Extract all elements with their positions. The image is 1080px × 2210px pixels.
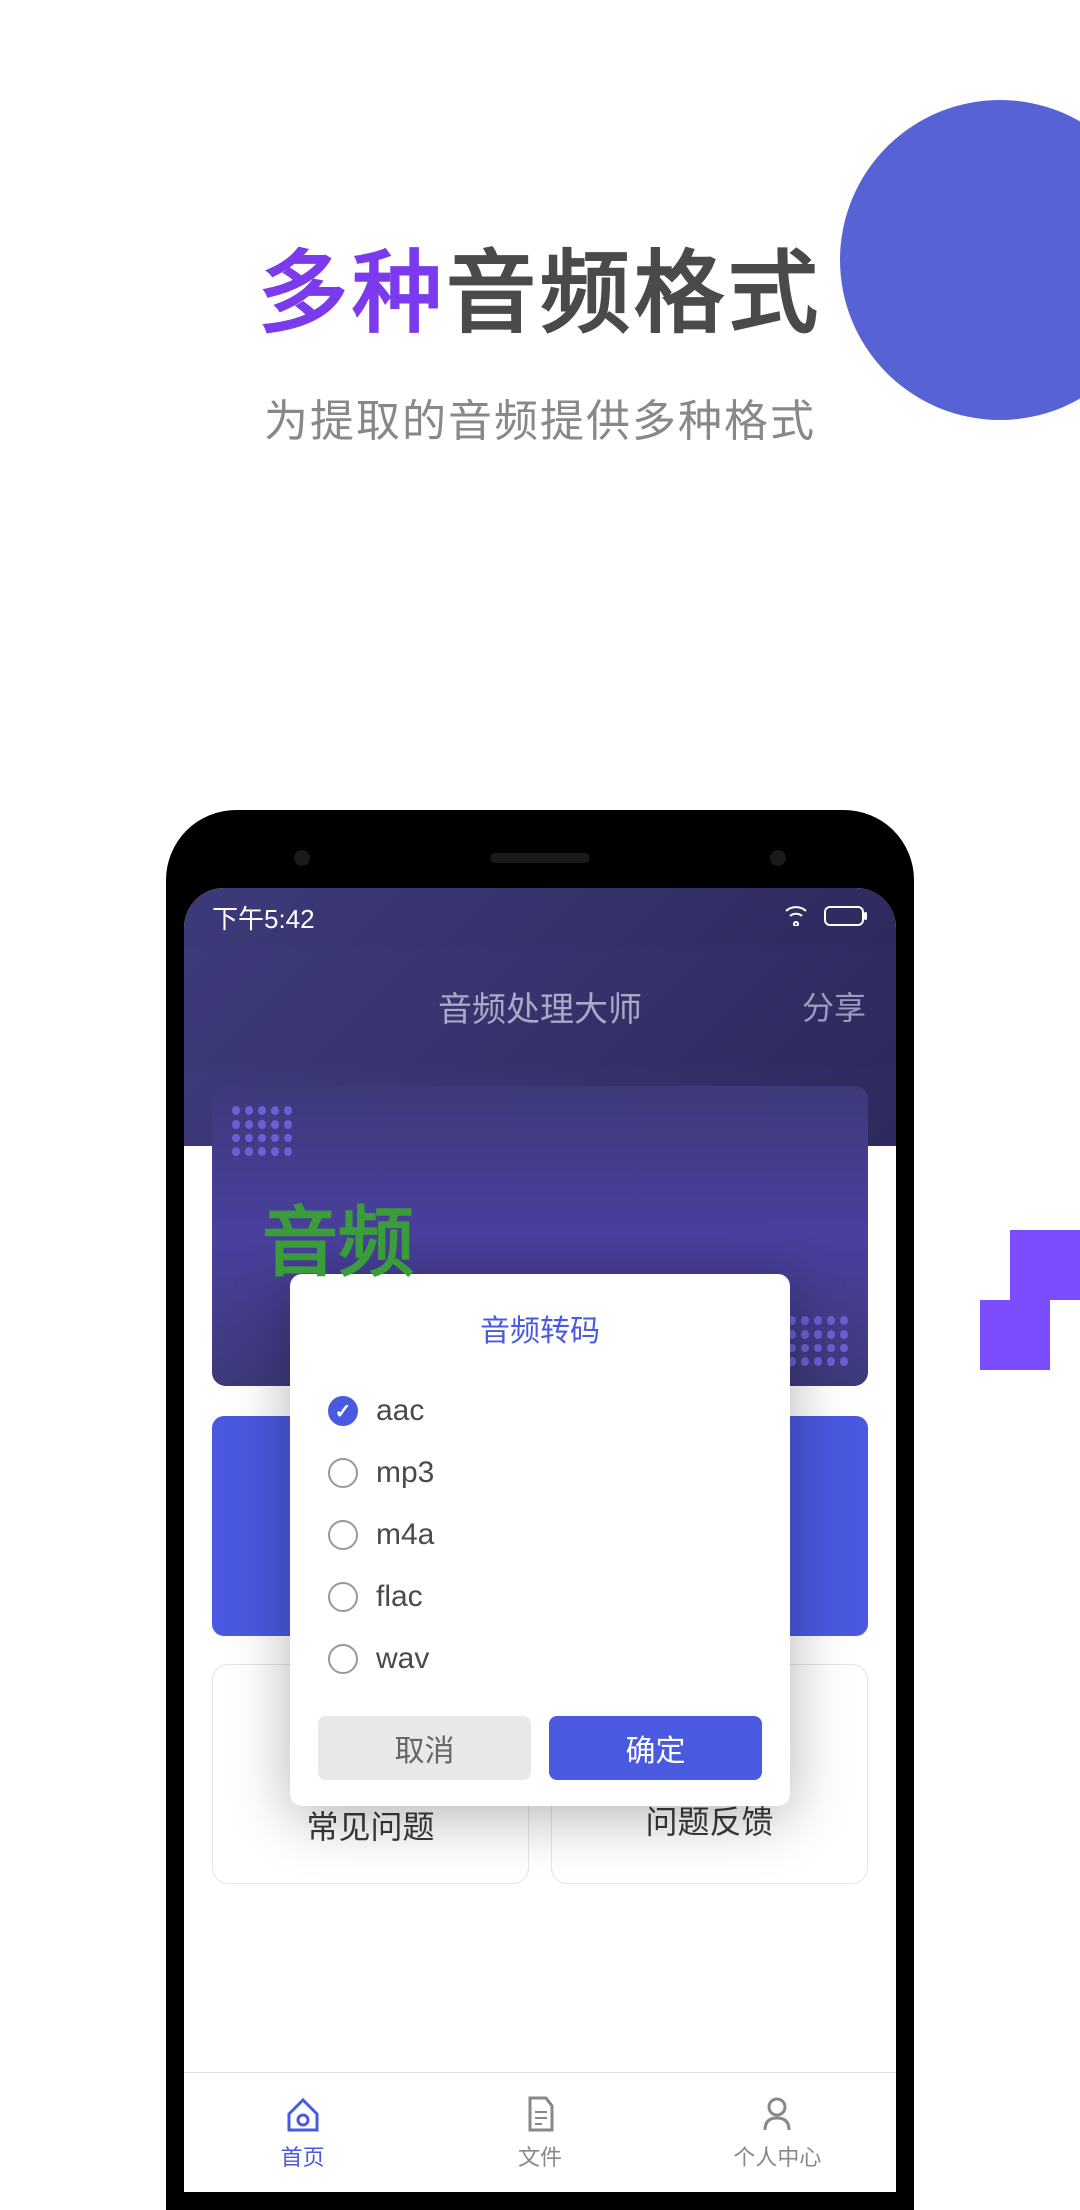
format-label: mp3 bbox=[376, 1456, 434, 1490]
hero-text: 音频 bbox=[262, 1181, 414, 1291]
format-option-wav[interactable]: wav bbox=[318, 1628, 762, 1690]
decorative-blob-right bbox=[980, 1230, 1080, 1370]
format-label: m4a bbox=[376, 1518, 434, 1552]
radio-icon bbox=[328, 1644, 358, 1674]
format-label: flac bbox=[376, 1580, 423, 1614]
decorative-blob-top bbox=[840, 100, 1080, 420]
dialog-overlay: 音频转码 aac mp3 m4a flac wav 取消 确定 bbox=[184, 888, 896, 2192]
confirm-button[interactable]: 确定 bbox=[549, 1716, 762, 1780]
format-option-mp3[interactable]: mp3 bbox=[318, 1442, 762, 1504]
format-option-aac[interactable]: aac bbox=[318, 1380, 762, 1442]
radio-icon bbox=[328, 1520, 358, 1550]
promo-title-accent: 多种 bbox=[258, 244, 446, 344]
radio-icon bbox=[328, 1458, 358, 1488]
phone-frame: 下午5:42 音频处理大师 分享 音频 bbox=[166, 810, 914, 2210]
format-option-m4a[interactable]: m4a bbox=[318, 1504, 762, 1566]
phone-screen: 下午5:42 音频处理大师 分享 音频 bbox=[184, 888, 896, 2192]
format-option-flac[interactable]: flac bbox=[318, 1566, 762, 1628]
dialog-title: 音频转码 bbox=[318, 1306, 762, 1350]
dialog-buttons: 取消 确定 bbox=[318, 1716, 762, 1780]
format-list: aac mp3 m4a flac wav bbox=[318, 1380, 762, 1690]
cancel-button[interactable]: 取消 bbox=[318, 1716, 531, 1780]
phone-notch bbox=[184, 828, 896, 888]
format-label: aac bbox=[376, 1394, 424, 1428]
radio-icon bbox=[328, 1396, 358, 1426]
format-label: wav bbox=[376, 1642, 429, 1676]
radio-icon bbox=[328, 1582, 358, 1612]
promo-title-rest: 音频格式 bbox=[446, 244, 822, 344]
format-dialog: 音频转码 aac mp3 m4a flac wav 取消 确定 bbox=[290, 1274, 790, 1806]
